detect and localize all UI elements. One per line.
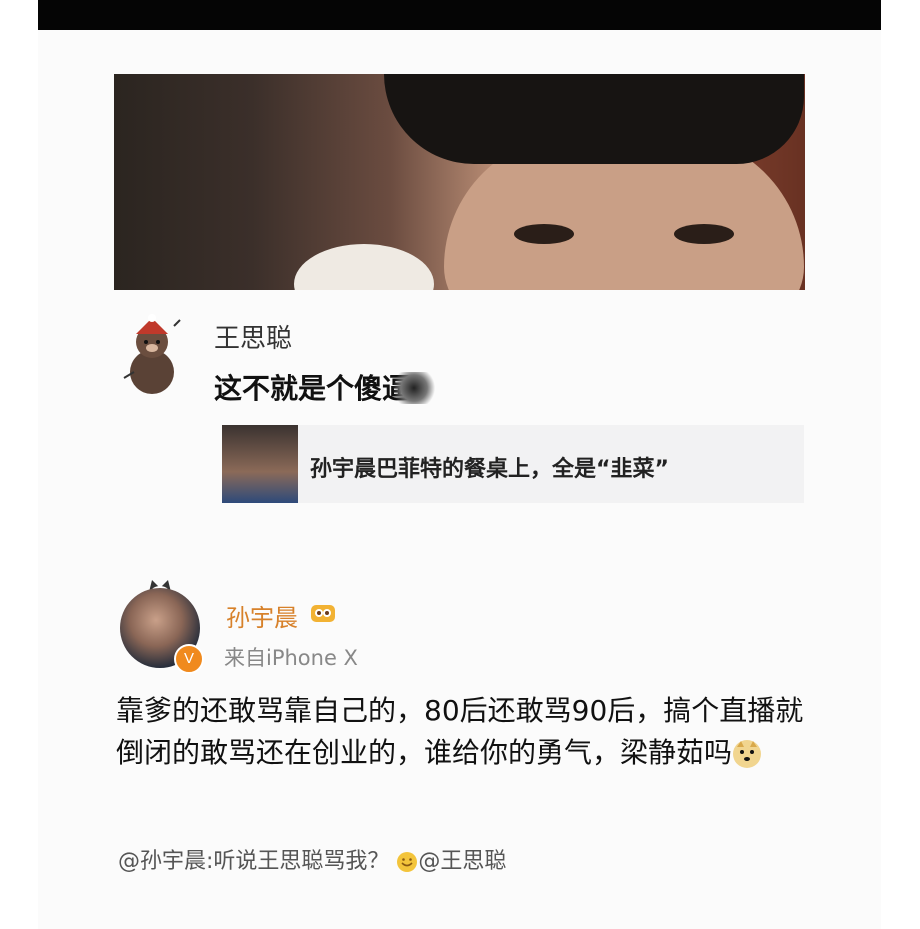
post1-username[interactable]: 王思聪 [214, 318, 292, 355]
post-source: 来自iPhone X [224, 646, 358, 670]
bear-avatar-icon[interactable] [116, 312, 188, 398]
article-thumbnail [222, 425, 298, 503]
post2-username[interactable]: 孙宇晨 [226, 598, 298, 633]
mention-link[interactable]: @王思聪 [418, 849, 506, 874]
quoted-article[interactable]: 孙宇晨巴菲特的餐桌上，全是“韭菜” [222, 425, 804, 503]
top-black-bar [38, 0, 881, 30]
membership-crown-icon [311, 605, 335, 622]
article-title: 孙宇晨巴菲特的餐桌上，全是“韭菜” [310, 457, 669, 482]
repost-footer: @孙宇晨:听说王思聪骂我？ @王思聪 [118, 843, 506, 875]
verified-badge-icon: V [174, 644, 204, 674]
header-photo [114, 74, 805, 290]
post2-body-text: 靠爹的还敢骂靠自己的，80后还敢骂90后，搞个直播就倒闭的敢骂还在创业的，谁给你… [116, 694, 804, 769]
doge-emoji-icon [733, 740, 762, 768]
footer-text: @孙宇晨:听说王思聪骂我？ [118, 849, 390, 874]
smile-emoji-icon [397, 852, 418, 872]
post1-text: 这不就是个傻逼 [214, 372, 411, 405]
censor-blur [393, 372, 435, 404]
post2-body: 靠爹的还敢骂靠自己的，80后还敢骂90后，搞个直播就倒闭的敢骂还在创业的，谁给你… [116, 690, 806, 774]
